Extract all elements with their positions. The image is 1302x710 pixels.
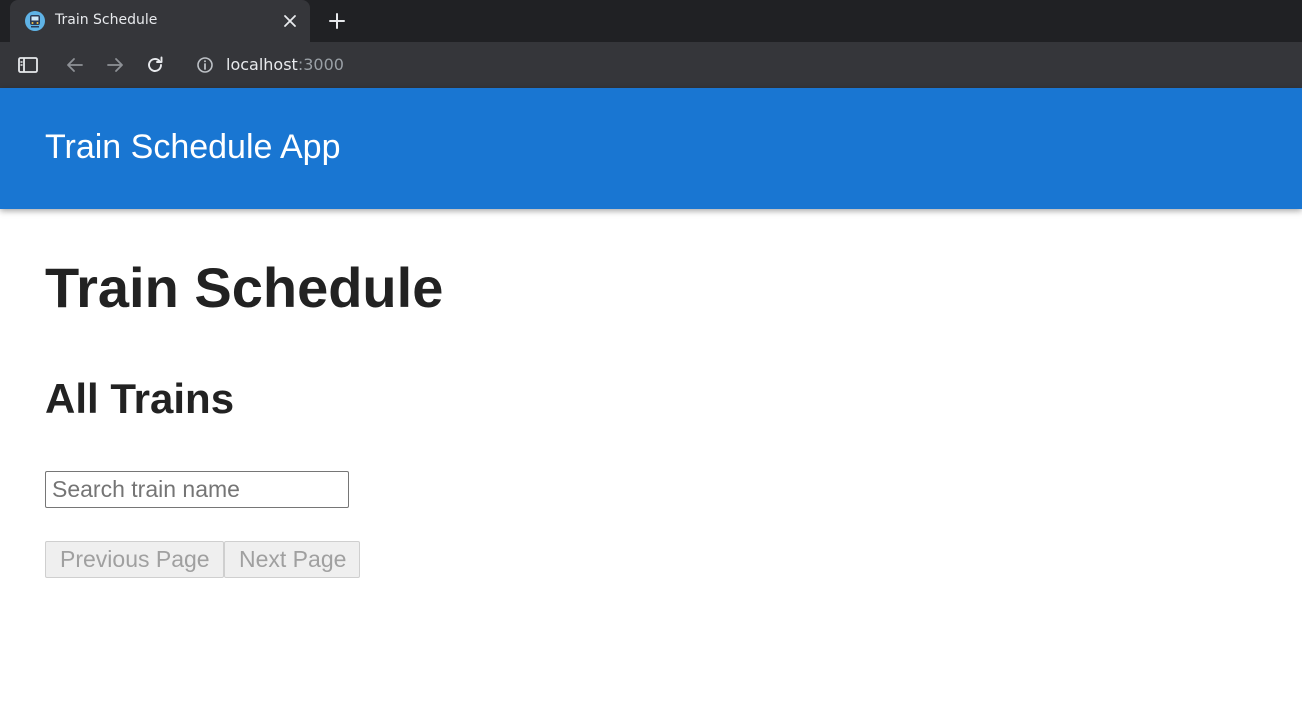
app-title: Train Schedule App — [45, 128, 341, 166]
info-icon[interactable] — [195, 55, 215, 75]
browser-tab-strip: Train Schedule — [0, 0, 1302, 42]
page-title: Train Schedule — [45, 256, 444, 319]
url-host: localhost — [226, 55, 298, 74]
plus-icon[interactable] — [327, 11, 347, 31]
forward-arrow-icon[interactable] — [104, 54, 126, 76]
back-arrow-icon[interactable] — [64, 54, 86, 76]
tab-title: Train Schedule — [55, 12, 158, 28]
address-bar[interactable]: localhost:3000 — [226, 55, 344, 74]
search-input[interactable] — [45, 471, 349, 508]
browser-toolbar: localhost:3000 — [0, 42, 1302, 88]
next-page-button[interactable]: Next Page — [224, 541, 360, 578]
reload-icon[interactable] — [144, 54, 166, 76]
train-favicon-icon — [25, 11, 45, 31]
browser-tab[interactable]: Train Schedule — [10, 0, 310, 42]
app-bar: Train Schedule App — [0, 88, 1302, 209]
close-icon[interactable] — [280, 11, 300, 31]
previous-page-button[interactable]: Previous Page — [45, 541, 224, 578]
section-title: All Trains — [45, 375, 235, 422]
sidebar-icon[interactable] — [17, 54, 39, 76]
pagination: Previous Page Next Page — [45, 541, 360, 578]
url-port: :3000 — [297, 55, 344, 74]
